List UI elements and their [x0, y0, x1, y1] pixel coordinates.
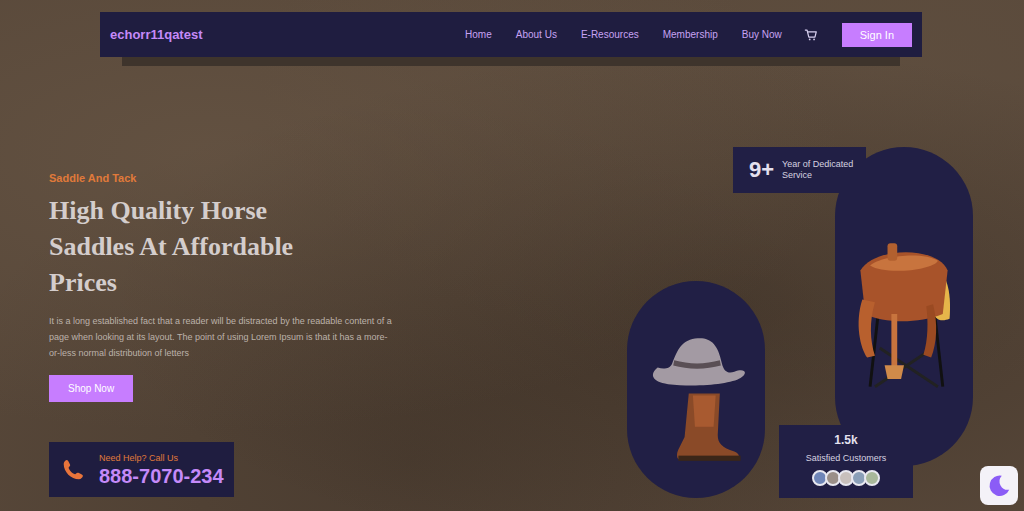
hero-section: Saddle And Tack High Quality Horse Saddle… [0, 57, 1024, 511]
nav-link[interactable]: Membership [663, 29, 718, 40]
sign-in-button[interactable]: Sign In [842, 23, 912, 47]
header: echorr11qatest Home About Us E-Resources Mem… [0, 0, 1024, 57]
help-label: Need Help? Call Us [99, 452, 224, 464]
years-badge: 9+ Year of Dedicated Service [733, 147, 866, 193]
nav-link[interactable]: About Us [516, 29, 557, 40]
eyebrow: Saddle And Tack [49, 171, 409, 185]
avatar-row [812, 470, 880, 486]
customers-box: 1.5k Satisfied Customers [779, 425, 913, 498]
cta-row: Shop Now [49, 361, 409, 402]
shop-now-button[interactable]: Shop Now [49, 375, 133, 402]
avatar [864, 470, 880, 486]
customers-count: 1.5k [834, 432, 857, 448]
saddle-picture [841, 229, 967, 399]
hero-body: It is a long established fact that a rea… [49, 313, 394, 361]
hat-boot-picture [639, 321, 753, 466]
logo[interactable]: echorr11qatest [110, 27, 203, 42]
help-text: Need Help? Call Us888-7070-234 [99, 452, 224, 488]
cart-icon[interactable] [804, 28, 818, 42]
hat-boot-image [627, 281, 765, 498]
years-label: Year of Dedicated Service [782, 159, 856, 181]
help-box: Need Help? Call Us888-7070-234 [49, 442, 234, 497]
nav-link[interactable]: E-Resources [581, 29, 639, 40]
hero-text: Saddle And Tack High Quality Horse Saddle… [0, 57, 409, 497]
phone-icon [61, 458, 85, 482]
navbar: echorr11qatest Home About Us E-Resources Mem… [100, 12, 922, 57]
phone-number[interactable]: 888-7070-234 [99, 464, 224, 488]
nav-links: Home About Us E-Resources Membership Buy Now [465, 28, 818, 42]
moon-icon [986, 473, 1012, 499]
hero-images: 9+ Year of Dedicated Service 1.5k Satisfied… [627, 147, 977, 499]
hero-heading: High Quality Horse Saddles At Affordable… [49, 193, 349, 301]
customers-label: Satisfied Customers [806, 452, 887, 464]
nav-link[interactable]: Buy Now [742, 29, 782, 40]
dark-mode-toggle[interactable] [980, 466, 1018, 505]
years-count: 9+ [749, 157, 774, 183]
nav-link[interactable]: Home [465, 29, 492, 40]
saddle-image [835, 147, 973, 466]
